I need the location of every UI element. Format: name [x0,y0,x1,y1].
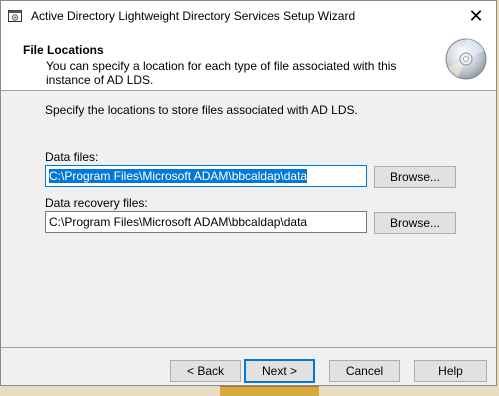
recovery-files-input[interactable]: C:\Program Files\Microsoft ADAM\bbcaldap… [45,211,367,233]
page-title: File Locations [23,43,104,57]
page-subtitle: You can specify a location for each type… [46,59,397,87]
wizard-app-icon [8,9,22,23]
data-files-label: Data files: [45,150,99,164]
close-icon: ✕ [468,5,484,26]
data-files-browse-button[interactable]: Browse... [374,166,456,188]
title-bar[interactable]: Active Directory Lightweight Directory S… [1,1,496,31]
setup-wizard-window: Active Directory Lightweight Directory S… [0,0,497,386]
wizard-header: File Locations You can specify a locatio… [1,31,496,91]
wizard-content: Specify the locations to store files ass… [1,91,496,346]
next-button[interactable]: Next > [244,359,315,383]
close-button[interactable]: ✕ [456,1,496,31]
recovery-files-browse-button[interactable]: Browse... [374,212,456,234]
data-files-input[interactable]: C:\Program Files\Microsoft ADAM\bbcaldap… [45,165,367,187]
window-title: Active Directory Lightweight Directory S… [31,9,356,23]
cancel-button[interactable]: Cancel [329,360,400,382]
back-button[interactable]: < Back [170,360,241,382]
cd-disc-icon [444,37,488,81]
recovery-files-label: Data recovery files: [45,196,148,210]
data-files-value: C:\Program Files\Microsoft ADAM\bbcaldap… [49,169,308,183]
recovery-files-value: C:\Program Files\Microsoft ADAM\bbcaldap… [49,215,308,229]
help-button[interactable]: Help [414,360,487,382]
footer-divider [1,347,496,348]
intro-text: Specify the locations to store files ass… [45,103,358,117]
